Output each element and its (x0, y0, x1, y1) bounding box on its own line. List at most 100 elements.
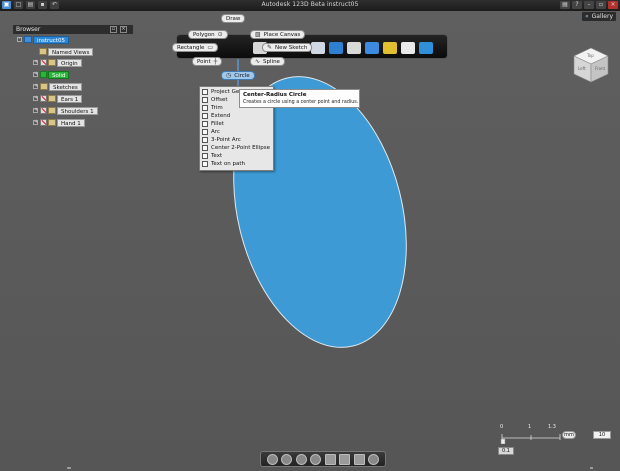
expand-icon[interactable]: + (33, 84, 38, 89)
tree-label-named-views[interactable]: Named Views (48, 47, 94, 56)
new-sketch-button[interactable]: ✎ New Sketch (262, 43, 313, 52)
tree-row-origin[interactable]: + Origin (33, 58, 82, 67)
tree-row-ears[interactable]: + Ears 1 (33, 94, 83, 103)
browser-title: Browser (16, 26, 41, 33)
window-controls: ▤ ? – ▫ × (560, 1, 618, 9)
close-button[interactable]: × (608, 1, 618, 9)
text-on-path-icon (202, 161, 208, 167)
tooltip-title: Center-Radius Circle (243, 92, 307, 98)
tree-label-shoulders[interactable]: Shoulders 1 (57, 106, 98, 115)
text-icon[interactable] (419, 42, 433, 54)
expand-icon[interactable]: + (33, 96, 38, 101)
tree-label-origin[interactable]: Origin (57, 58, 82, 67)
point-button[interactable]: Point ┼ (192, 57, 223, 66)
visibility-off-icon[interactable] (40, 119, 47, 126)
polygon-icon: ⊙ (217, 30, 223, 38)
menu-item-text[interactable]: Text (202, 152, 222, 160)
tree-label-hand[interactable]: Hand 1 (57, 118, 85, 127)
draw-button[interactable]: Draw (221, 14, 246, 23)
scale-sub-value[interactable]: 0.1 (498, 447, 514, 455)
menu-item-label: 3-Point Arc (211, 137, 241, 143)
place-canvas-button[interactable]: ▨ Place Canvas (250, 30, 306, 39)
scale-bar: 0 1 1.3 mm 10 0.1 (494, 424, 614, 458)
menu-item-label: Text (211, 153, 223, 159)
tree-row-named-views[interactable]: Named Views (39, 47, 94, 56)
minimize-button[interactable]: – (584, 1, 594, 9)
arc-icon (202, 129, 208, 135)
menu-item-trim[interactable]: Trim (202, 104, 223, 112)
rectangle-icon: ▭ (207, 43, 214, 51)
fillet-icon (202, 121, 208, 127)
view-cube[interactable]: Top Left Front (570, 45, 612, 85)
menu-item-offset[interactable]: Offset (202, 96, 228, 104)
menu-item-label: Offset (211, 97, 228, 103)
polygon-button[interactable]: Polygon ⊙ (188, 30, 228, 39)
visibility-off-icon[interactable] (40, 107, 47, 114)
menu-item-extend[interactable]: Extend (202, 112, 230, 120)
spline-icon: ∿ (255, 57, 261, 65)
zoom-icon[interactable] (310, 453, 322, 465)
expand-icon[interactable]: + (33, 72, 38, 77)
materials-icon[interactable] (368, 453, 380, 465)
rectangle-label: Rectangle (177, 44, 205, 51)
fit-view-icon[interactable] (324, 453, 336, 465)
menu-item-label: Arc (211, 129, 220, 135)
visibility-on-icon[interactable] (40, 71, 47, 78)
pin-icon[interactable]: ▫ (110, 26, 117, 33)
menu-item-arc[interactable]: Arc (202, 128, 220, 136)
expand-icon[interactable]: - (17, 37, 22, 42)
visibility-off-icon[interactable] (40, 59, 47, 66)
menu-item-label: Extend (211, 113, 231, 119)
tree-row-shoulders[interactable]: + Shoulders 1 (33, 106, 98, 115)
menu-item-3-point-arc[interactable]: 3-Point Arc (202, 136, 241, 144)
construct-icon[interactable] (329, 42, 343, 54)
browser-panel: Browser ▫ × - instruct05 Named Views + O… (13, 25, 133, 127)
visibility-off-icon[interactable] (40, 95, 47, 102)
expand-icon[interactable]: + (33, 120, 38, 125)
tree-row-root[interactable]: - instruct05 (17, 35, 69, 44)
tree-label-solid[interactable]: Solid (48, 70, 70, 79)
tree-label-sketches[interactable]: Sketches (49, 82, 82, 91)
spline-button[interactable]: ∿ Spline (250, 57, 285, 66)
primitives-icon[interactable] (311, 42, 325, 54)
look-at-icon[interactable] (281, 453, 293, 465)
circle-button[interactable]: ◷ Circle (221, 71, 255, 80)
chevron-left-icon: « (584, 13, 589, 20)
project-geometry-icon (202, 89, 208, 95)
point-icon: ┼ (213, 57, 218, 65)
help-icon[interactable]: ? (572, 1, 582, 9)
tree-row-hand[interactable]: + Hand 1 (33, 118, 85, 127)
canvas-icon: ▨ (255, 30, 261, 38)
menu-item-fillet[interactable]: Fillet (202, 120, 224, 128)
close-panel-icon[interactable]: × (120, 26, 127, 33)
draw-label: Draw (226, 15, 241, 22)
tooltip-description: Creates a circle using a center point an… (243, 100, 359, 105)
expand-icon[interactable]: + (33, 108, 38, 113)
pattern-icon[interactable] (365, 42, 379, 54)
measure-icon[interactable] (401, 42, 415, 54)
viewport[interactable] (0, 11, 620, 471)
gallery-tab[interactable]: « Gallery (581, 12, 616, 21)
grid-snap-icon[interactable] (353, 453, 365, 465)
grouping-icon[interactable] (383, 42, 397, 54)
component-icon (48, 95, 56, 102)
tree-label-root[interactable]: instruct05 (33, 35, 69, 44)
spline-label: Spline (263, 58, 280, 65)
menu-item-text-on-path[interactable]: Text on path (202, 160, 245, 168)
menu-item-ellipse[interactable]: Center 2-Point Ellipse (202, 144, 270, 152)
scale-value-field[interactable]: 10 (593, 431, 611, 439)
model-canvas[interactable] (0, 11, 620, 471)
tree-row-sketches[interactable]: + Sketches (33, 82, 82, 91)
orbit-icon[interactable] (266, 453, 278, 465)
cart-icon[interactable]: ▤ (560, 1, 570, 9)
unit-button[interactable]: mm (562, 431, 576, 439)
maximize-button[interactable]: ▫ (596, 1, 606, 9)
pan-icon[interactable] (295, 453, 307, 465)
expand-icon[interactable]: + (33, 60, 38, 65)
tree-row-solid[interactable]: + Solid (33, 70, 70, 79)
tree-label-ears[interactable]: Ears 1 (57, 94, 83, 103)
modify-icon[interactable] (347, 42, 361, 54)
rectangle-button[interactable]: Rectangle ▭ (172, 43, 219, 52)
view-cube-top-label: Top (586, 53, 594, 58)
display-mode-icon[interactable] (339, 453, 351, 465)
